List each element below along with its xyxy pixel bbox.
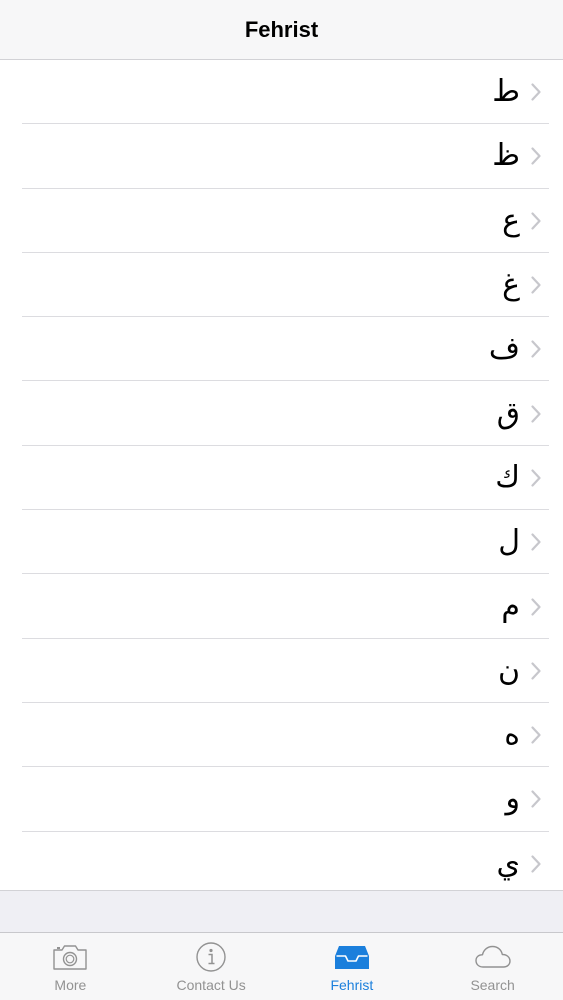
tab-fehrist[interactable]: Fehrist <box>282 933 423 1000</box>
tab-bar: More Contact Us Fehrist Search <box>0 932 563 1000</box>
list-item[interactable]: م <box>0 574 563 639</box>
chevron-right-icon <box>530 789 542 809</box>
list-item-label: و <box>505 781 521 817</box>
list-item[interactable]: ف <box>0 317 563 382</box>
chevron-right-icon <box>530 146 542 166</box>
tab-label: Contact Us <box>176 977 246 993</box>
inbox-tray-icon <box>332 941 372 973</box>
chevron-right-icon <box>530 661 542 681</box>
tab-contact-us[interactable]: Contact Us <box>141 933 282 1000</box>
list-item-label: ي <box>496 845 520 881</box>
list-item[interactable]: ل <box>0 510 563 575</box>
tab-label: Search <box>470 977 515 993</box>
list-item[interactable]: غ <box>0 253 563 318</box>
tab-search[interactable]: Search <box>422 933 563 1000</box>
list-item-label: م <box>501 588 520 624</box>
info-icon <box>191 941 231 973</box>
chevron-right-icon <box>530 532 542 552</box>
chevron-right-icon <box>530 725 542 745</box>
cloud-icon <box>473 941 513 973</box>
list-item[interactable]: ط <box>0 60 563 125</box>
list-item-label: ط <box>492 74 520 110</box>
chevron-right-icon <box>530 82 542 102</box>
list-item[interactable]: ق <box>0 381 563 447</box>
list-item-label: ق <box>496 395 520 431</box>
list-item[interactable]: ظ <box>0 124 563 189</box>
list-item[interactable]: ه <box>0 703 563 768</box>
tab-more[interactable]: More <box>0 933 141 1000</box>
chevron-right-icon <box>530 854 542 874</box>
list-item-label: ظ <box>492 138 520 174</box>
list-item-label: ع <box>502 202 520 238</box>
list-item-label: ن <box>497 652 520 688</box>
list-item[interactable]: ي <box>0 832 563 896</box>
list-item-label: ه <box>504 717 520 753</box>
chevron-right-icon <box>530 597 542 617</box>
list-item[interactable]: ك <box>0 446 563 511</box>
list-item[interactable]: ع <box>0 189 563 254</box>
chevron-right-icon <box>530 275 542 295</box>
chevron-right-icon <box>530 404 542 424</box>
list-item[interactable]: و <box>0 767 563 832</box>
list-item-label: ف <box>488 331 520 367</box>
list-item-label: ك <box>495 459 520 495</box>
camera-icon <box>50 941 90 973</box>
tab-label: More <box>54 977 87 993</box>
page-title: Fehrist <box>244 17 319 42</box>
list-item-label: ل <box>498 524 520 560</box>
navigation-bar: Fehrist <box>0 0 563 60</box>
chevron-right-icon <box>530 468 542 488</box>
chevron-right-icon <box>530 339 542 359</box>
list-item[interactable]: ن <box>0 639 563 704</box>
tab-label: Fehrist <box>330 977 374 993</box>
list-item-label: غ <box>502 267 520 303</box>
chevron-right-icon <box>530 211 542 231</box>
app-screen: Fehrist ط ظ ع غ ف ق ك ل م ن ه و ي More C… <box>0 0 563 1000</box>
letter-list[interactable]: ط ظ ع غ ف ق ك ل م ن ه و ي <box>0 60 563 891</box>
